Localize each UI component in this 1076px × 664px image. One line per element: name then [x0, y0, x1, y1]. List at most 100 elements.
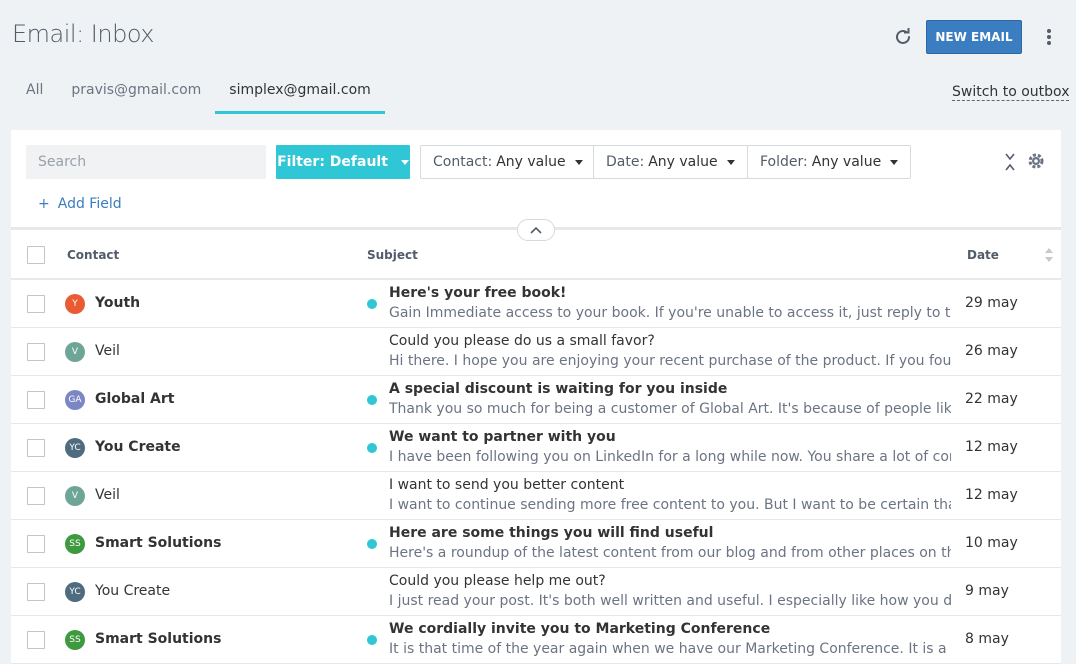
email-preview: I want to continue sending more free con…: [389, 497, 951, 513]
unread-dot-icon: [367, 395, 377, 405]
folder-filter-label: Folder:: [760, 154, 808, 170]
email-preview: I have been following you on LinkedIn fo…: [389, 449, 951, 465]
chevron-down-icon: [400, 159, 409, 165]
contact-name[interactable]: You Create: [95, 439, 181, 455]
date-filter-label: Date:: [606, 154, 645, 170]
row-checkbox[interactable]: [27, 631, 45, 649]
contact-filter-dropdown[interactable]: Contact: Any value: [420, 145, 596, 179]
select-all-checkbox[interactable]: [27, 246, 45, 264]
email-subject[interactable]: Here are some things you will find usefu…: [389, 525, 713, 541]
avatar: YC: [65, 438, 85, 458]
email-preview: Hi there. I hope you are enjoying your r…: [389, 353, 951, 369]
chevron-up-icon: [530, 226, 542, 234]
column-header-contact[interactable]: Contact: [67, 248, 119, 262]
email-subject[interactable]: Could you please help me out?: [389, 573, 606, 589]
unread-dot-icon: [367, 635, 377, 645]
tab-2[interactable]: simplex@gmail.com: [215, 70, 386, 116]
table-row[interactable]: YC You Create Could you please help me out…: [11, 568, 1061, 616]
filter-preset-button[interactable]: Filter: Default: [276, 145, 410, 179]
email-subject[interactable]: Here's your free book!: [389, 285, 566, 301]
collapse-filters-button[interactable]: [1002, 152, 1018, 172]
table-row[interactable]: V Veil Could you please do us a small favo…: [11, 328, 1061, 376]
chevron-down-icon: [726, 159, 735, 165]
folder-filter-value: Any value: [811, 154, 882, 170]
email-subject[interactable]: We want to partner with you: [389, 429, 616, 445]
collapse-panel-toggle[interactable]: [517, 219, 555, 241]
table-row[interactable]: Y Youth Here's your free book! Gain Immedia…: [11, 280, 1061, 328]
tab-1[interactable]: pravis@gmail.com: [57, 70, 215, 116]
email-subject[interactable]: I want to send you better content: [389, 477, 624, 493]
avatar: GA: [65, 390, 85, 410]
email-list-panel: Filter: Default Contact: Any value Date:…: [11, 130, 1061, 664]
plus-icon: +: [38, 196, 50, 212]
contact-filter-value: Any value: [496, 154, 566, 170]
email-date: 10 may: [965, 535, 1018, 551]
add-field-button[interactable]: + Add Field: [38, 196, 122, 212]
date-filter-dropdown[interactable]: Date: Any value: [593, 145, 748, 179]
chevron-down-icon: [890, 159, 899, 165]
folder-filter-dropdown[interactable]: Folder: Any value: [747, 145, 912, 179]
account-tabs: All pravis@gmail.com simplex@gmail.com: [12, 70, 386, 116]
column-header-date[interactable]: Date: [967, 248, 999, 262]
row-checkbox[interactable]: [27, 343, 45, 361]
more-vertical-icon: [1047, 29, 1051, 45]
table-row[interactable]: SS Smart Solutions We cordially invite you…: [11, 616, 1061, 664]
contact-name[interactable]: Global Art: [95, 391, 174, 407]
row-checkbox[interactable]: [27, 535, 45, 553]
contact-name[interactable]: Smart Solutions: [95, 631, 221, 647]
avatar: SS: [65, 630, 85, 650]
email-subject[interactable]: We cordially invite you to Marketing Con…: [389, 621, 770, 637]
row-checkbox[interactable]: [27, 391, 45, 409]
avatar: SS: [65, 534, 85, 554]
gear-icon: [1028, 153, 1044, 169]
collapse-icon: [1005, 153, 1015, 171]
more-options-button[interactable]: [1036, 24, 1062, 50]
table-row[interactable]: YC You Create We want to partner with you I…: [11, 424, 1061, 472]
avatar: Y: [65, 294, 85, 314]
email-date: 9 may: [965, 583, 1009, 599]
unread-dot-icon: [367, 443, 377, 453]
column-header-subject[interactable]: Subject: [367, 248, 418, 262]
row-checkbox[interactable]: [27, 583, 45, 601]
tab-0[interactable]: All: [12, 70, 57, 116]
unread-dot-icon: [367, 299, 377, 309]
email-subject[interactable]: A special discount is waiting for you in…: [389, 381, 727, 397]
email-preview: It is that time of the year again when w…: [389, 641, 951, 657]
sort-icon[interactable]: [1045, 247, 1053, 263]
email-preview: Gain Immediate access to your book. If y…: [389, 305, 951, 321]
filter-preset-label: Filter: Default: [277, 154, 388, 170]
email-date: 12 may: [965, 487, 1018, 503]
row-checkbox[interactable]: [27, 487, 45, 505]
email-list: Y Youth Here's your free book! Gain Immedia…: [11, 280, 1061, 664]
row-checkbox[interactable]: [27, 295, 45, 313]
switch-to-outbox-link[interactable]: Switch to outbox: [952, 84, 1070, 101]
date-filter-value: Any value: [648, 154, 718, 170]
table-row[interactable]: V Veil I want to send you better content I …: [11, 472, 1061, 520]
email-date: 29 may: [965, 295, 1018, 311]
email-date: 22 may: [965, 391, 1018, 407]
search-input[interactable]: [26, 145, 266, 179]
contact-name[interactable]: Smart Solutions: [95, 535, 221, 551]
contact-name[interactable]: Veil: [95, 343, 120, 359]
email-date: 26 may: [965, 343, 1018, 359]
contact-name[interactable]: Youth: [95, 295, 140, 311]
email-date: 12 may: [965, 439, 1018, 455]
table-row[interactable]: SS Smart Solutions Here are some things yo…: [11, 520, 1061, 568]
avatar: V: [65, 486, 85, 506]
email-preview: I just read your post. It's both well wr…: [389, 593, 951, 609]
email-subject[interactable]: Could you please do us a small favor?: [389, 333, 655, 349]
refresh-button[interactable]: [890, 24, 916, 50]
new-email-button[interactable]: NEW EMAIL: [926, 20, 1022, 54]
unread-dot-icon: [367, 539, 377, 549]
row-checkbox[interactable]: [27, 439, 45, 457]
contact-name[interactable]: Veil: [95, 487, 120, 503]
table-row[interactable]: GA Global Art A special discount is waitin…: [11, 376, 1061, 424]
refresh-icon: [896, 28, 910, 44]
contact-name[interactable]: You Create: [95, 583, 170, 599]
settings-button[interactable]: [1027, 152, 1047, 172]
chevron-down-icon: [574, 159, 583, 165]
avatar: V: [65, 342, 85, 362]
avatar: YC: [65, 582, 85, 602]
filter-bar: Filter: Default Contact: Any value Date:…: [11, 130, 1061, 241]
email-preview: Here's a roundup of the latest content f…: [389, 545, 951, 561]
